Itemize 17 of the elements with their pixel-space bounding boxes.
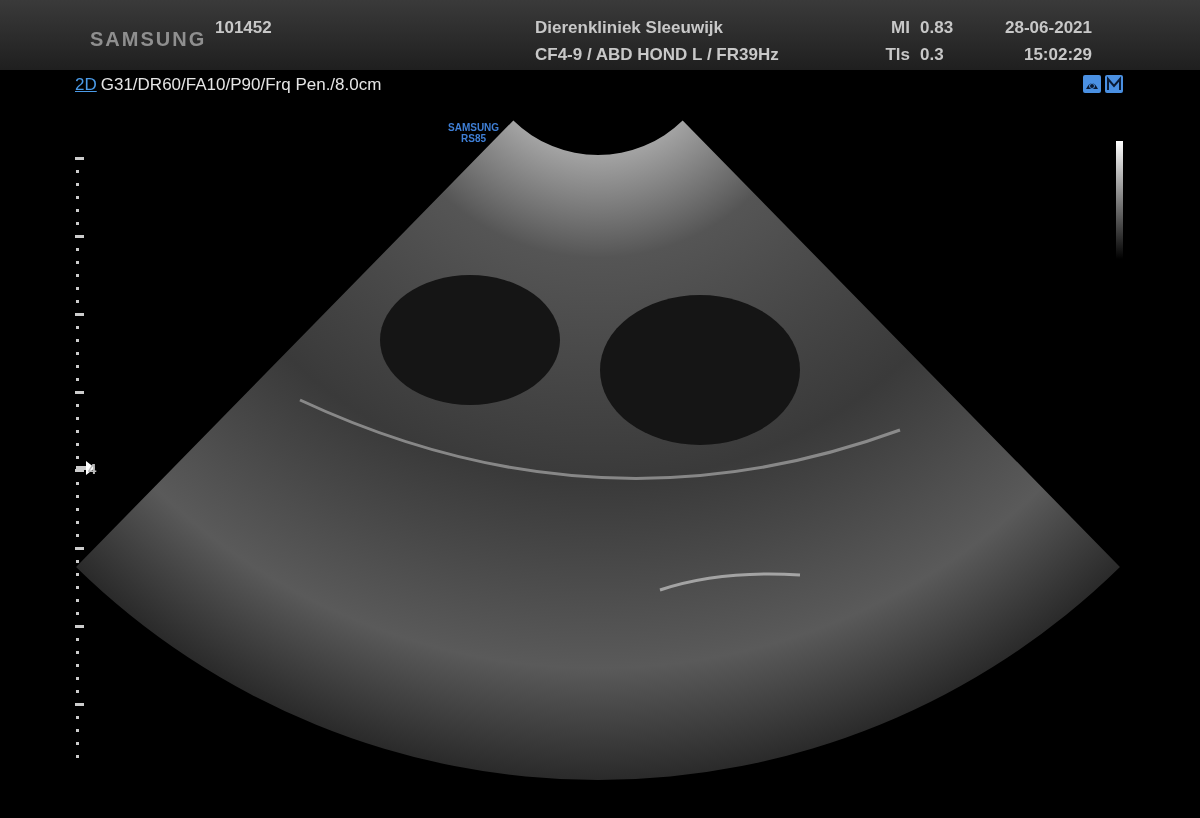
depth-marker: 4	[88, 459, 97, 479]
probe-preset: CF4-9 / ABD HOND L / FR39Hz	[535, 44, 779, 66]
index-value: 0.3	[920, 44, 944, 66]
focus-marker-icon	[76, 461, 95, 475]
probe-mode-icon[interactable]	[1083, 75, 1101, 93]
index-value: 0.83	[920, 17, 954, 39]
mode-label: 2D	[75, 74, 97, 96]
m-mode-icon[interactable]	[1105, 75, 1123, 93]
exam-time: 15:02:29	[1022, 44, 1092, 66]
imaging-parameters: G31/DR60/FA10/P90/Frq Pen./8.0cm	[100, 74, 382, 96]
probe-label: SAMSUNG RS85	[448, 122, 500, 144]
clinic-name: Dierenkliniek Sleeuwijk	[535, 17, 724, 39]
index-label: MI	[890, 17, 910, 39]
patient-id: 101452	[215, 17, 272, 39]
brand-logo: SAMSUNG	[90, 27, 207, 52]
exam-date: 28-06-2021	[1004, 17, 1092, 39]
index-label: Tls	[884, 44, 910, 66]
